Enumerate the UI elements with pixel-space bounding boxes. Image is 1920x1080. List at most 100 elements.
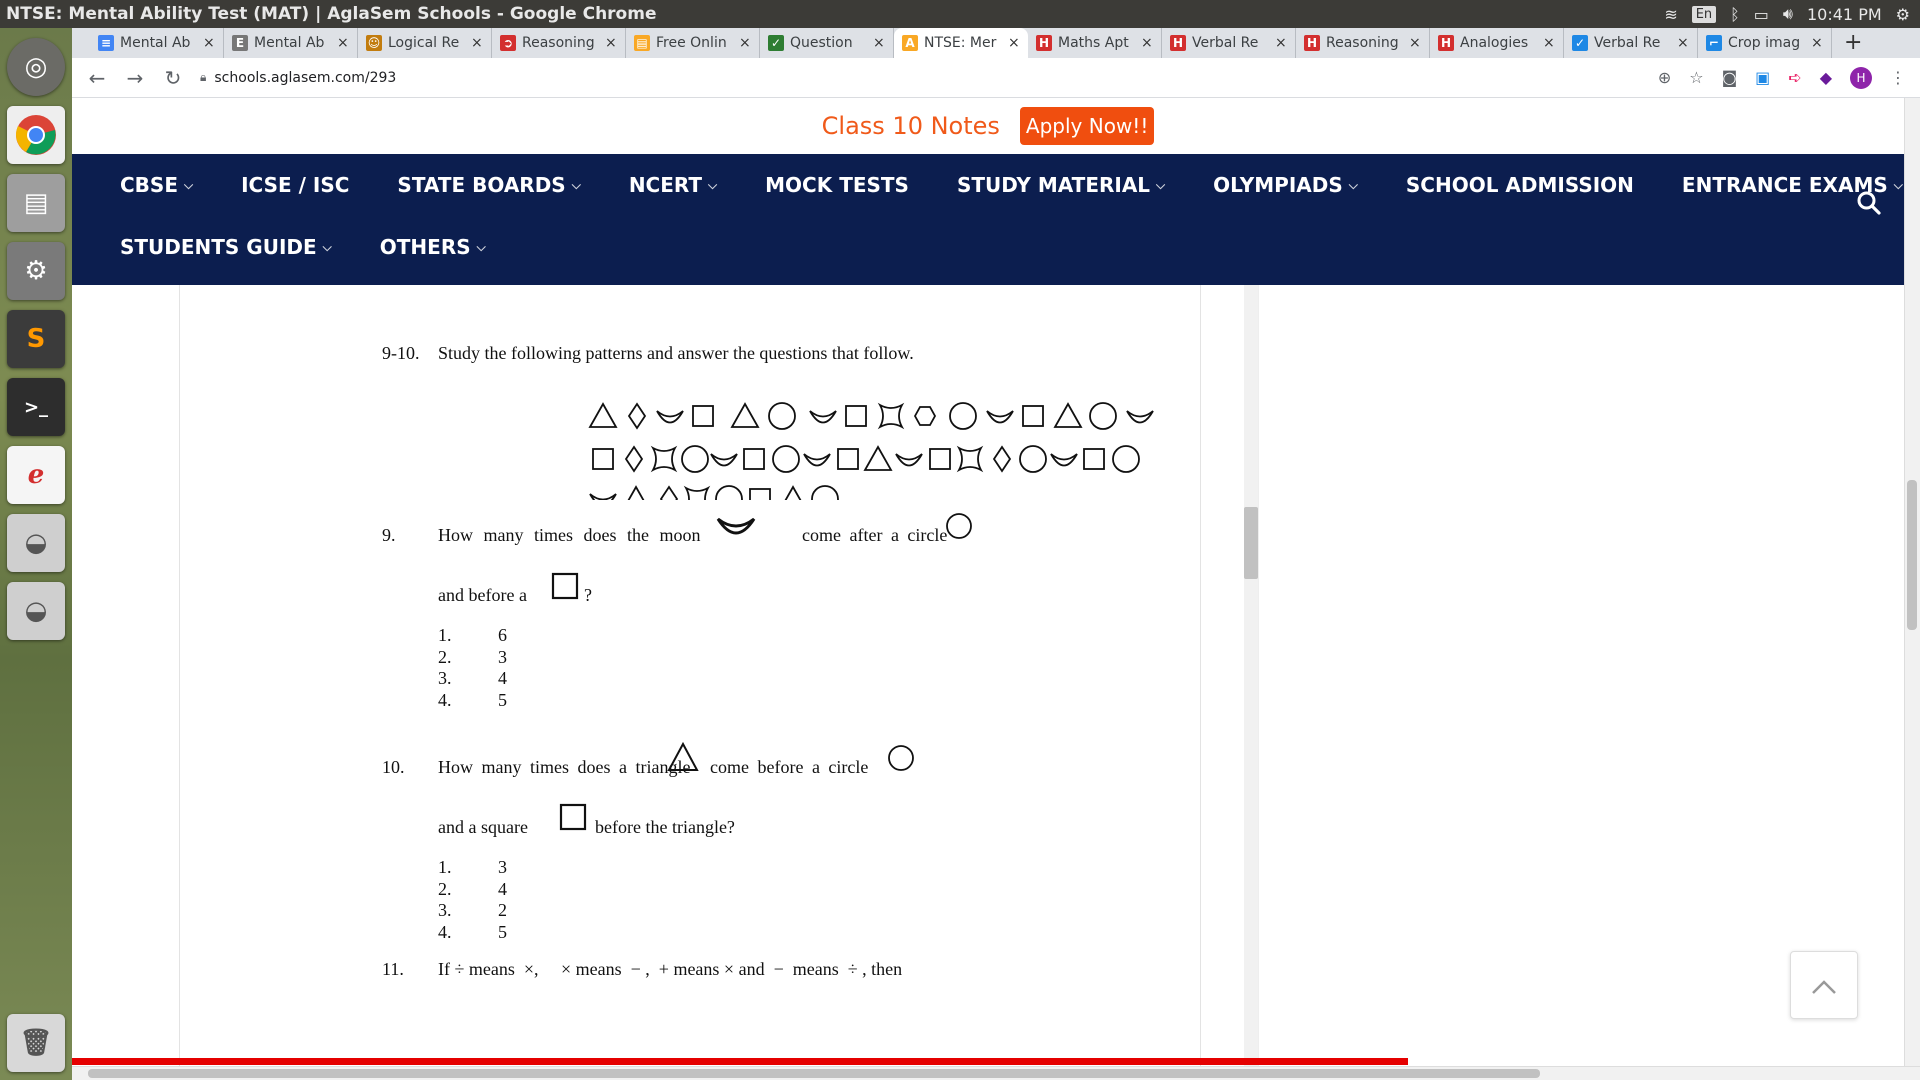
star-shape [650, 445, 678, 473]
chrome-icon[interactable] [7, 106, 65, 164]
settings-icon[interactable]: ⚙ [7, 242, 65, 300]
lock-icon[interactable]: 🔒︎ [200, 70, 206, 85]
disk-icon[interactable]: ◒ [7, 514, 65, 572]
nav-item-cbse[interactable]: CBSE ⌵ [120, 173, 193, 197]
logo-icon: ☺ [366, 35, 382, 51]
camera-icon[interactable]: ◙ [1722, 68, 1738, 87]
tab-5[interactable]: ✓ Question × [760, 28, 894, 58]
tab-3[interactable]: ➲ Reasoning × [492, 28, 626, 58]
inner-scrollbar-thumb[interactable] [1244, 507, 1258, 579]
close-icon[interactable]: × [873, 35, 885, 51]
nav-item-icse-isc[interactable]: ICSE / ISC [241, 173, 349, 197]
option-value: 4 [498, 668, 507, 689]
q10-options: 1. 3 2. 4 3. 2 4. 5 [438, 857, 507, 943]
intro-line: 9-10. Study the following patterns and a… [382, 343, 914, 364]
option-number: 1. [438, 625, 452, 646]
tab-1[interactable]: E Mental Ab × [224, 28, 358, 58]
circle-shape [1019, 445, 1047, 473]
tab-10[interactable]: H Analogies × [1430, 28, 1564, 58]
menu-icon[interactable]: ⋮ [1890, 68, 1906, 87]
clock[interactable]: 10:41 PM [1807, 5, 1882, 24]
volume-icon[interactable]: 🔊︎ [1783, 4, 1793, 24]
close-icon[interactable]: × [605, 35, 617, 51]
gear-icon[interactable]: ⚙ [1896, 5, 1910, 24]
disk-icon-2[interactable]: ◒ [7, 582, 65, 640]
close-icon[interactable]: × [1409, 35, 1421, 51]
vertical-scrollbar-thumb[interactable] [1907, 480, 1917, 630]
chevron-down-icon: ⌵ [708, 177, 718, 192]
diamond-shape [627, 402, 647, 430]
e-icon: E [232, 35, 248, 51]
nav-item-state-boards[interactable]: STATE BOARDS ⌵ [397, 173, 580, 197]
close-icon[interactable]: × [1543, 35, 1555, 51]
search-icon[interactable] [1856, 190, 1882, 223]
tab-11[interactable]: ✓ Verbal Re × [1564, 28, 1698, 58]
sublime-text-icon[interactable]: S [7, 310, 65, 368]
zoom-icon[interactable]: ⊕ [1658, 68, 1671, 87]
reload-icon[interactable]: ↻ [162, 66, 184, 90]
moon-shape [1126, 410, 1154, 424]
option-row: 1. 3 [438, 857, 507, 879]
tab-label: Mental Ab [120, 35, 191, 51]
horizontal-scrollbar-thumb[interactable] [88, 1069, 1540, 1078]
nav-item-olympiads[interactable]: OLYMPIADS ⌵ [1213, 173, 1358, 197]
ubuntu-dash-icon[interactable]: ◎ [7, 38, 65, 96]
nav-item-study-material[interactable]: STUDY MATERIAL ⌵ [957, 173, 1165, 197]
tab-label: Verbal Re [1192, 35, 1259, 51]
tab-6[interactable]: A NTSE: Mer × [894, 28, 1028, 58]
extension-icon[interactable]: ▣ [1755, 68, 1770, 87]
square-shape [1083, 448, 1105, 470]
battery-icon[interactable]: ▭ [1754, 5, 1769, 24]
wifi-icon[interactable]: ≋ [1664, 5, 1677, 24]
close-icon[interactable]: × [739, 35, 751, 51]
triangle-shape [863, 445, 893, 471]
close-icon[interactable]: × [1811, 35, 1823, 51]
triangle-shape [627, 485, 645, 500]
keyboard-layout-indicator[interactable]: En [1691, 5, 1717, 23]
tab-4[interactable]: ▤ Free Onlin × [626, 28, 760, 58]
tab-9[interactable]: H Reasoning × [1296, 28, 1430, 58]
inner-scrollbar-track[interactable] [1244, 285, 1258, 1066]
new-tab-button[interactable]: + [1832, 28, 1874, 58]
extension-icon-3[interactable]: ◆ [1820, 68, 1832, 87]
app-e-icon[interactable]: ℯ [7, 446, 65, 504]
nav-item-ncert[interactable]: NCERT ⌵ [629, 173, 717, 197]
nav-item-others[interactable]: OTHERS ⌵ [380, 235, 486, 259]
close-icon[interactable]: × [203, 35, 215, 51]
tab-7[interactable]: H Maths Apt × [1028, 28, 1162, 58]
nav-item-school-admission[interactable]: SCHOOL ADMISSION [1406, 173, 1634, 197]
back-icon[interactable]: ← [86, 66, 108, 90]
nav-item-mock-tests[interactable]: MOCK TESTS [765, 173, 909, 197]
close-icon[interactable]: × [1141, 35, 1153, 51]
tab-12[interactable]: ⌐ Crop imag × [1698, 28, 1832, 58]
close-icon[interactable]: × [1677, 35, 1689, 51]
nav-item-students-guide[interactable]: STUDENTS GUIDE ⌵ [120, 235, 332, 259]
files-icon[interactable]: ▤ [7, 174, 65, 232]
extension-icon-2[interactable]: ➪ [1788, 68, 1801, 87]
chevron-down-icon: ⌵ [1156, 177, 1166, 192]
content-area: 9-10. Study the following patterns and a… [72, 285, 1904, 1066]
close-icon[interactable]: × [337, 35, 349, 51]
close-icon[interactable]: × [1275, 35, 1287, 51]
moon-shape [809, 410, 837, 424]
apply-now-button[interactable]: Apply Now!! [1019, 107, 1155, 145]
star-shape [956, 445, 984, 473]
trash-icon[interactable]: 🗑︎ [7, 1014, 65, 1072]
tab-0[interactable]: ≡ Mental Ab × [90, 28, 224, 58]
scroll-to-top-button[interactable] [1790, 951, 1858, 1019]
q9-text-part1: How many times does the moon [438, 525, 701, 545]
close-icon[interactable]: × [1008, 35, 1020, 51]
address-bar[interactable]: 🔒︎ schools.aglasem.com/293 [200, 63, 1642, 93]
terminal-icon[interactable]: >_ [7, 378, 65, 436]
close-icon[interactable]: × [471, 35, 483, 51]
star-icon[interactable]: ☆ [1689, 68, 1703, 87]
promo-link[interactable]: Class 10 Notes [822, 112, 1000, 140]
profile-avatar[interactable]: H [1850, 66, 1872, 89]
forward-icon[interactable]: → [124, 66, 146, 90]
tab-2[interactable]: ☺ Logical Re × [358, 28, 492, 58]
nav-item-label: CBSE [120, 173, 178, 197]
tab-label: Crop imag [1728, 35, 1801, 51]
url-text[interactable]: schools.aglasem.com/293 [214, 70, 396, 86]
tab-8[interactable]: H Verbal Re × [1162, 28, 1296, 58]
bluetooth-icon[interactable]: ᛒ [1730, 5, 1740, 24]
